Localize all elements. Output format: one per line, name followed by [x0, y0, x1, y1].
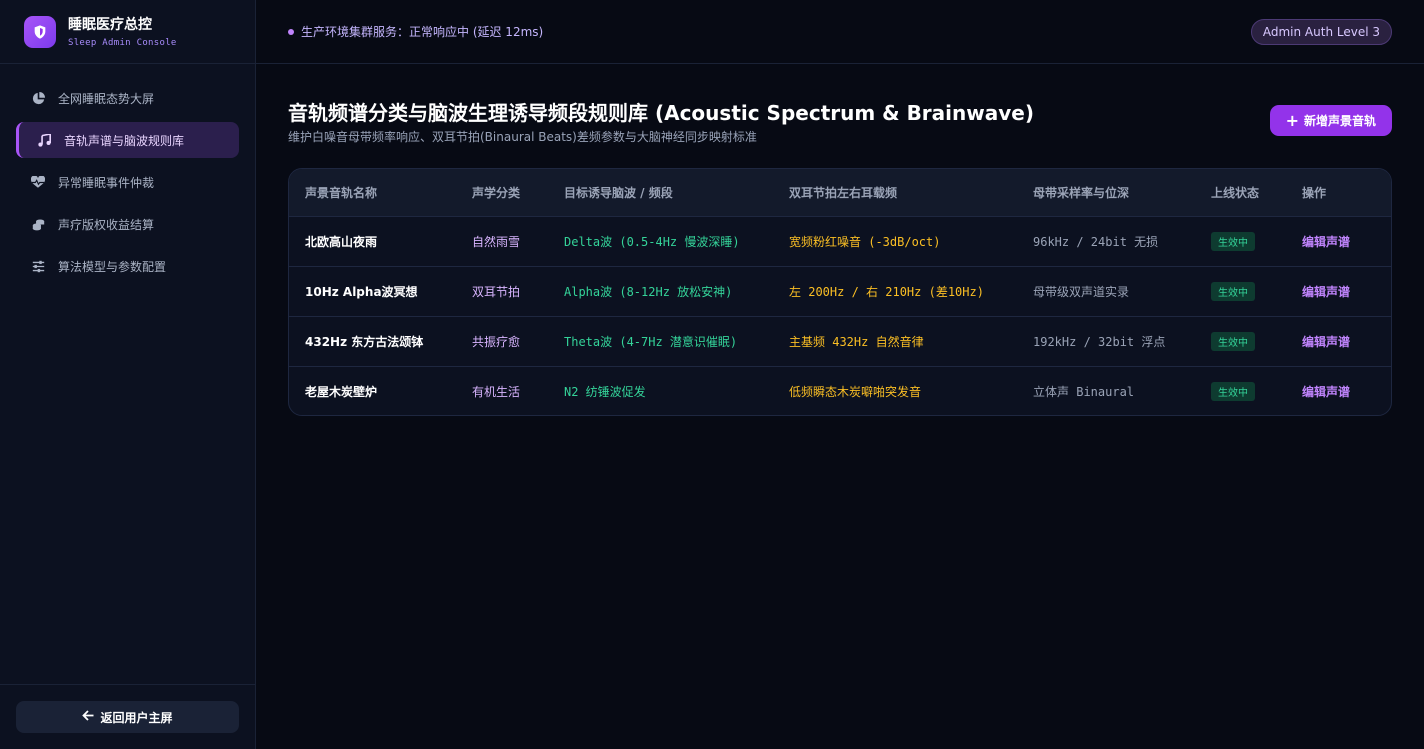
- add-button-label: 新增声景音轨: [1303, 114, 1376, 128]
- sidebar-item-royalty[interactable]: 声疗版权收益结算: [16, 206, 239, 242]
- edit-spectrum-link[interactable]: 编辑声谱: [1302, 285, 1350, 299]
- edit-spectrum-link[interactable]: 编辑声谱: [1302, 235, 1350, 249]
- track-brainwave: Alpha波 (8-12Hz 放松安神): [564, 284, 733, 299]
- heartbeat-icon: [30, 174, 46, 190]
- status-badge: 生效中: [1211, 381, 1255, 401]
- track-name: 北欧高山夜雨: [305, 234, 378, 249]
- add-soundtrack-button[interactable]: + 新增声景音轨: [1269, 105, 1392, 136]
- sidebar-item-dashboard[interactable]: 全网睡眠态势大屏: [16, 80, 239, 116]
- plus-icon: +: [1285, 111, 1299, 130]
- cluster-status: 生产环境集群服务：正常响应中 (延迟 12ms): [301, 25, 544, 39]
- sidebar-item-events[interactable]: 异常睡眠事件仲裁: [16, 164, 239, 200]
- track-carrier-freq: 左 200Hz / 右 210Hz (差10Hz): [789, 284, 984, 299]
- track-category: 共振疗愈: [472, 334, 521, 349]
- brand-subtitle: Sleep Admin Console: [68, 37, 177, 48]
- back-button-label: 返回用户主屏: [100, 710, 173, 725]
- track-category: 自然雨雪: [472, 234, 521, 249]
- track-category: 有机生活: [472, 384, 521, 399]
- track-sample-rate: 192kHz / 32bit 浮点: [1033, 334, 1166, 349]
- track-carrier-freq: 低频瞬态木炭噼啪突发音: [789, 384, 922, 399]
- status-badge: 生效中: [1211, 231, 1255, 251]
- column-header: 上线状态: [1211, 185, 1260, 200]
- brand: 睡眠医疗总控 Sleep Admin Console: [0, 0, 255, 64]
- column-header: 目标诱导脑波 / 频段: [564, 185, 673, 200]
- sidebar-item-label: 全网睡眠态势大屏: [58, 91, 155, 106]
- track-name: 老屋木炭壁炉: [305, 384, 378, 399]
- status-badge: 生效中: [1211, 331, 1255, 351]
- back-to-user-home-button[interactable]: 返回用户主屏: [16, 701, 239, 733]
- table-row: 老屋木炭壁炉 有机生活 N2 纺锤波促发 低频瞬态木炭噼啪突发音 立体声 Bin…: [289, 366, 1391, 415]
- column-header: 声景音轨名称: [305, 185, 378, 200]
- sidebar-item-label: 声疗版权收益结算: [58, 217, 155, 232]
- table-row: 432Hz 东方古法颂钵 共振疗愈 Theta波 (4-7Hz 潜意识催眠) 主…: [289, 316, 1391, 366]
- brand-title: 睡眠医疗总控: [68, 16, 152, 33]
- soundtrack-table: 声景音轨名称 声学分类 目标诱导脑波 / 频段 双耳节拍左右耳载频 母带采样率与…: [288, 168, 1392, 416]
- sidebar-nav: 全网睡眠态势大屏 音轨声谱与脑波规则库 异常睡眠事件仲裁 声疗版权收益结算 算法…: [0, 64, 255, 284]
- topbar: 生产环境集群服务：正常响应中 (延迟 12ms) Admin Auth Leve…: [256, 0, 1424, 64]
- table-header-row: 声景音轨名称 声学分类 目标诱导脑波 / 频段 双耳节拍左右耳载频 母带采样率与…: [289, 169, 1391, 216]
- table-row: 10Hz Alpha波冥想 双耳节拍 Alpha波 (8-12Hz 放松安神) …: [289, 266, 1391, 316]
- sidebar-item-label: 异常睡眠事件仲裁: [58, 175, 155, 190]
- arrow-left-icon: [82, 709, 94, 725]
- coins-icon: [30, 216, 46, 232]
- status-badge: 生效中: [1211, 281, 1255, 301]
- track-name: 10Hz Alpha波冥想: [305, 284, 418, 299]
- track-category: 双耳节拍: [472, 284, 521, 299]
- sliders-icon: [30, 258, 46, 274]
- sidebar-item-algorithm[interactable]: 算法模型与参数配置: [16, 248, 239, 284]
- track-sample-rate: 96kHz / 24bit 无损: [1033, 234, 1159, 249]
- column-header: 母带采样率与位深: [1033, 185, 1130, 200]
- pie-chart-icon: [30, 90, 46, 106]
- status-dot-icon: [288, 28, 294, 35]
- track-sample-rate: 母带级双声道实录: [1033, 284, 1130, 299]
- sidebar-item-spectrum[interactable]: 音轨声谱与脑波规则库: [16, 122, 239, 158]
- track-brainwave: Delta波 (0.5-4Hz 慢波深睡): [564, 234, 740, 249]
- sidebar: 睡眠医疗总控 Sleep Admin Console 全网睡眠态势大屏 音轨声谱…: [0, 0, 256, 749]
- column-header: 操作: [1302, 185, 1327, 200]
- track-brainwave: N2 纺锤波促发: [564, 384, 646, 399]
- track-sample-rate: 立体声 Binaural: [1033, 384, 1135, 399]
- page-subtitle: 维护白噪音母带频率响应、双耳节拍(Binaural Beats)差频参数与大脑神…: [288, 130, 757, 144]
- track-carrier-freq: 主基频 432Hz 自然音律: [789, 334, 924, 349]
- column-header: 双耳节拍左右耳载频: [789, 185, 898, 200]
- track-carrier-freq: 宽频粉红噪音 (-3dB/oct): [789, 234, 941, 249]
- sidebar-item-label: 音轨声谱与脑波规则库: [64, 133, 185, 148]
- sidebar-item-label: 算法模型与参数配置: [58, 259, 167, 274]
- edit-spectrum-link[interactable]: 编辑声谱: [1302, 335, 1350, 349]
- edit-spectrum-link[interactable]: 编辑声谱: [1302, 385, 1350, 399]
- shield-logo-icon: [24, 15, 56, 48]
- auth-level-badge: Admin Auth Level 3: [1250, 19, 1392, 45]
- sidebar-footer: 返回用户主屏: [0, 684, 255, 749]
- column-header: 声学分类: [472, 185, 521, 200]
- track-brainwave: Theta波 (4-7Hz 潜意识催眠): [564, 334, 738, 349]
- track-name: 432Hz 东方古法颂钵: [305, 334, 424, 349]
- music-note-icon: [36, 132, 52, 148]
- table-row: 北欧高山夜雨 自然雨雪 Delta波 (0.5-4Hz 慢波深睡) 宽频粉红噪音…: [289, 216, 1391, 266]
- page-title: 音轨频谱分类与脑波生理诱导频段规则库 (Acoustic Spectrum & …: [288, 101, 1034, 125]
